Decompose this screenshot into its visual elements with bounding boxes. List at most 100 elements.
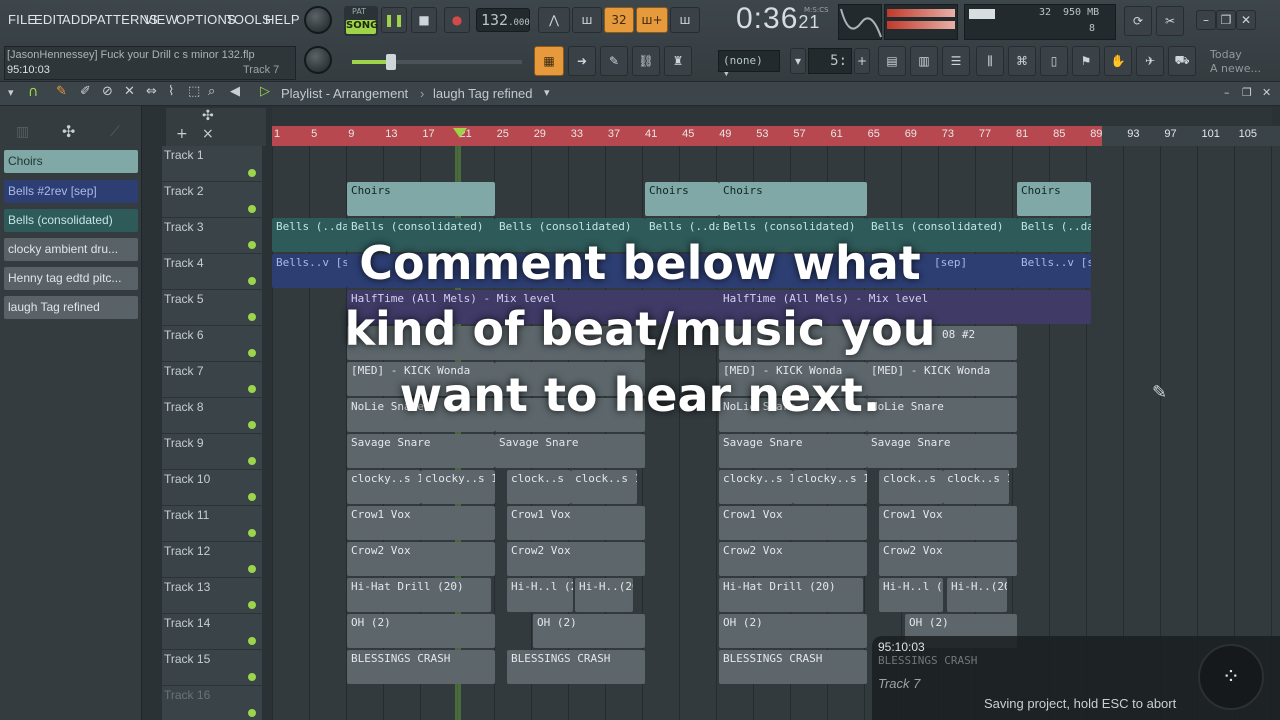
tempo-tapper-icon[interactable]: ✈ [1136,46,1164,76]
menu-help[interactable]: HELP [265,12,300,27]
pattern-item-bells-rev[interactable]: Bells #2rev [sep] [4,180,138,203]
master-pitch-knob[interactable] [304,46,332,74]
menu-file[interactable]: FILE [8,12,36,27]
step-decrease-button[interactable]: ▾ [790,48,806,74]
clip[interactable]: Crow2 Vox [347,542,495,576]
zoom-tool-icon[interactable]: ⌕ [208,84,215,99]
track-header[interactable]: Track 2 [162,182,262,218]
track-mute-led[interactable] [248,601,256,609]
arrow-right-icon[interactable]: ➜ [568,46,596,76]
track-header[interactable]: Track 13 [162,578,262,614]
stop-button[interactable]: ■ [411,7,437,33]
menu-edit[interactable]: EDIT [34,12,64,27]
record-button[interactable]: ● [444,7,470,33]
step-value[interactable]: 5: [808,48,852,74]
clip[interactable]: Hi-H..(20) [575,578,633,612]
track-mute-led[interactable] [248,565,256,573]
track-mute-led[interactable] [248,457,256,465]
slice-tool-icon[interactable]: ⌇ [168,84,174,99]
track-header[interactable]: Track 14 [162,614,262,650]
clip[interactable]: Hi-Hat Drill (20) [719,578,863,612]
clip[interactable]: BLESSINGS CRASH [347,650,495,684]
track-header[interactable]: Track 16 [162,686,262,720]
paint-tool-icon[interactable]: ✐ [80,84,91,99]
add-track-icon[interactable]: + [176,126,188,142]
menu-add[interactable]: ADD [62,12,90,27]
loop-record-button[interactable]: ш [670,7,700,33]
clip[interactable]: Savage Snare [719,434,867,468]
pattern-icon[interactable]: ✣ [62,122,75,141]
clip[interactable]: Crow2 Vox [507,542,645,576]
track-mute-led[interactable] [248,709,256,717]
piano-roll-icon[interactable]: ▥ [910,46,938,76]
track-header[interactable]: Track 12 [162,542,262,578]
current-pattern[interactable]: laugh Tag refined [433,86,533,101]
clip[interactable]: Savage Snare [867,434,1017,468]
clip[interactable]: clock..s 151 [571,470,637,504]
clip[interactable]: OH (2) [347,614,495,648]
chevron-down-icon[interactable]: ▾ [8,86,14,99]
pattern-item-clocky[interactable]: clocky ambient dru... [4,238,138,261]
clip[interactable]: BLESSINGS CRASH [507,650,645,684]
clip[interactable]: BLESSINGS CRASH [719,650,867,684]
metronome-button[interactable]: ⋀ [538,7,570,33]
undo-icon[interactable]: ⟳ [1124,6,1152,36]
playhead-marker[interactable] [453,128,467,138]
slip-tool-icon[interactable]: ⇔ [146,84,157,99]
pattern-item-laugh-tag[interactable]: laugh Tag refined [4,296,138,319]
close-button[interactable]: ✕ [1236,10,1256,30]
clip[interactable]: Crow2 Vox [719,542,867,576]
blend-notes-button[interactable]: ш+ [636,7,668,33]
track-header[interactable]: Track 3 [162,218,262,254]
magnet-icon[interactable]: ∩ [28,84,38,100]
stamp-icon[interactable]: ♜ [664,46,692,76]
track-header[interactable]: Track 11 [162,506,262,542]
pattern-dropdown-icon[interactable]: ▾ [544,86,550,99]
pattern-item-bells-consolidated[interactable]: Bells (consolidated) [4,209,138,232]
clip[interactable]: clocky..s 151 [347,470,421,504]
channel-rack-icon[interactable]: ☰ [942,46,970,76]
track-mute-led[interactable] [248,637,256,645]
pattern-item-henny-tag[interactable]: Henny tag edtd pitc... [4,267,138,290]
clip[interactable]: Bells (..dated) [1017,218,1091,252]
clip[interactable]: Hi-Hat Drill (20) [347,578,491,612]
clip[interactable]: Crow1 Vox [879,506,1017,540]
track-mute-led[interactable] [248,529,256,537]
draw-tool-icon[interactable]: ✎ [56,84,67,99]
news-headline[interactable]: A newe... [1210,62,1261,75]
clip[interactable]: clock..s 151 [879,470,943,504]
clip[interactable]: Bells..v [sep] [1017,254,1091,288]
countdown-button[interactable]: 32 [604,7,634,33]
link-icon[interactable]: ⛓ [632,46,660,76]
clip[interactable]: clocky..s 151 [793,470,867,504]
clip[interactable]: Crow1 Vox [347,506,495,540]
mute-tool-icon[interactable]: ✕ [124,84,135,99]
select-tool-icon[interactable]: ⬚ [188,84,200,99]
pencil-icon[interactable]: ✎ [600,46,628,76]
play-button[interactable]: ❚❚ [381,7,407,33]
clip[interactable]: clock..s 151 [943,470,1009,504]
pat-song-switch[interactable]: PAT SONG [344,6,378,36]
restore-button[interactable]: ❐ [1216,10,1236,30]
track-header[interactable]: Track 4 [162,254,262,290]
playlist-restore[interactable]: ❐ [1242,86,1252,99]
clip[interactable]: OH (2) [533,614,645,648]
master-volume-knob[interactable] [304,6,332,34]
clip[interactable]: Crow1 Vox [507,506,645,540]
track-mute-led[interactable] [248,313,256,321]
track-mute-led[interactable] [248,349,256,357]
track-header[interactable]: Track 1 [162,146,262,182]
track-mute-led[interactable] [248,241,256,249]
track-mute-led[interactable] [248,493,256,501]
preset-select[interactable]: (none) ▾ [718,50,780,80]
plugin-icon[interactable]: ⚑ [1072,46,1100,76]
track-header[interactable]: Track 6 [162,326,262,362]
track-header[interactable]: Track 8 [162,398,262,434]
automation-icon[interactable]: ⟋ [110,124,120,140]
track-mute-led[interactable] [248,169,256,177]
clip[interactable]: clock..s 151 [507,470,571,504]
track-mute-led[interactable] [248,673,256,681]
playlist-icon[interactable]: ▤ [878,46,906,76]
clip[interactable]: OH (2) [719,614,867,648]
keyboard-icon[interactable]: ▦ [534,46,564,76]
